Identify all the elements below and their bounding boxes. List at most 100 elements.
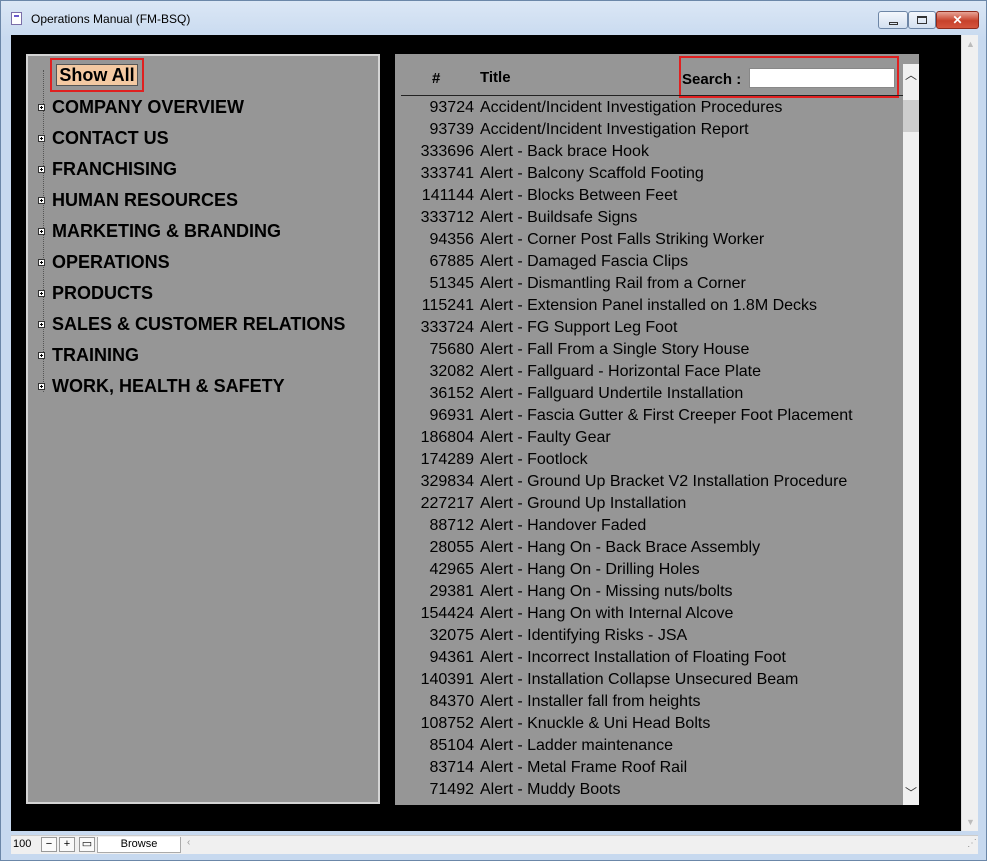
category-item[interactable]: CONTACT US	[38, 126, 169, 150]
document-row[interactable]: 96931 Alert - Fascia Gutter & First Creep…	[395, 405, 903, 427]
document-row[interactable]: 83714 Alert - Metal Frame Roof Rail	[395, 757, 903, 779]
category-item[interactable]: WORK, HEALTH & SAFETY	[38, 374, 285, 398]
document-row[interactable]: 75680 Alert - Fall From a Single Story Ho…	[395, 339, 903, 361]
minimize-icon	[888, 21, 898, 25]
document-row[interactable]: 93739 Accident/Incident Investigation Rep…	[395, 119, 903, 141]
document-number: 36152	[429, 385, 475, 402]
expand-icon[interactable]	[38, 103, 45, 111]
document-row[interactable]: 140391 Alert - Installation Collapse Unse…	[395, 669, 903, 691]
document-row[interactable]: 36152 Alert - Fallguard Undertile Install…	[395, 383, 903, 405]
browse-mode-tab[interactable]: Browse	[97, 837, 181, 853]
document-number: 42965	[429, 561, 475, 578]
resize-grip-icon[interactable]: ⋰	[967, 838, 977, 849]
expand-icon[interactable]	[38, 382, 45, 390]
document-row[interactable]: 94361 Alert - Incorrect Installation of F…	[395, 647, 903, 669]
document-row[interactable]: 28055 Alert - Hang On - Back Brace Assemb…	[395, 537, 903, 559]
category-label: TRAINING	[52, 344, 139, 365]
document-number: 108752	[420, 715, 474, 732]
expand-icon[interactable]	[38, 351, 45, 359]
document-number: 83714	[429, 759, 475, 776]
category-item[interactable]: PRODUCTS	[38, 281, 153, 305]
document-title: Alert - FG Support Leg Foot	[480, 319, 678, 336]
document-row[interactable]: 94356 Alert - Corner Post Falls Striking …	[395, 229, 903, 251]
document-title: Alert - Dismantling Rail from a Corner	[480, 275, 746, 292]
minimize-button[interactable]	[878, 11, 908, 29]
scroll-left-icon[interactable]: ‹	[187, 837, 190, 848]
document-row[interactable]: 108752 Alert - Knuckle & Uni Head Bolts	[395, 713, 903, 735]
category-item[interactable]: COMPANY OVERVIEW	[38, 95, 244, 119]
document-row[interactable]: 333724 Alert - FG Support Leg Foot	[395, 317, 903, 339]
document-title: Alert - Installer fall from heights	[480, 693, 701, 710]
document-row[interactable]: 186804 Alert - Faulty Gear	[395, 427, 903, 449]
expand-icon[interactable]	[38, 289, 45, 297]
document-row[interactable]: 93724 Accident/Incident Investigation Pro…	[395, 97, 903, 119]
expand-icon[interactable]	[38, 134, 45, 142]
column-header-number[interactable]: #	[432, 70, 440, 87]
expand-icon[interactable]	[38, 320, 45, 328]
category-item[interactable]: FRANCHISING	[38, 157, 177, 181]
category-label: MARKETING & BRANDING	[52, 220, 281, 241]
window-scroll-up-icon[interactable]: ▲	[966, 39, 975, 49]
document-row[interactable]: 32075 Alert - Identifying Risks - JSA	[395, 625, 903, 647]
expand-icon[interactable]	[38, 258, 45, 266]
document-row[interactable]: 32082 Alert - Fallguard - Horizontal Face…	[395, 361, 903, 383]
document-row[interactable]: 333712 Alert - Buildsafe Signs	[395, 207, 903, 229]
app-window: Operations Manual (FM-BSQ) ✕ Show All CO…	[0, 0, 987, 861]
close-button[interactable]: ✕	[936, 11, 979, 29]
category-item[interactable]: SALES & CUSTOMER RELATIONS	[38, 312, 345, 336]
document-number: 93739	[429, 121, 475, 138]
document-row[interactable]: 51345 Alert - Dismantling Rail from a Cor…	[395, 273, 903, 295]
list-scrollbar[interactable]: ︿ ﹀	[903, 64, 919, 805]
document-title: Alert - Hang On with Internal Alcove	[480, 605, 734, 622]
document-row[interactable]: 29381 Alert - Hang On - Missing nuts/bolt…	[395, 581, 903, 603]
document-number: 174289	[420, 451, 474, 468]
document-number: 333741	[420, 165, 474, 182]
scroll-up-icon[interactable]: ︿	[905, 66, 917, 83]
document-number: 32082	[429, 363, 475, 380]
document-row[interactable]: 333741 Alert - Balcony Scaffold Footing	[395, 163, 903, 185]
document-row[interactable]: 42965 Alert - Hang On - Drilling Holes	[395, 559, 903, 581]
zoom-out-button[interactable]: −	[41, 837, 57, 852]
document-number: 96931	[429, 407, 475, 424]
category-item[interactable]: MARKETING & BRANDING	[38, 219, 281, 243]
document-number: 88712	[429, 517, 475, 534]
document-row[interactable]: 85104 Alert - Ladder maintenance	[395, 735, 903, 757]
window-scrollbar[interactable]: ▲ ▼	[961, 35, 978, 831]
document-number: 94356	[429, 231, 475, 248]
category-label: FRANCHISING	[52, 158, 177, 179]
document-row[interactable]: 115241 Alert - Extension Panel installed …	[395, 295, 903, 317]
document-row[interactable]: 141144 Alert - Blocks Between Feet	[395, 185, 903, 207]
document-row[interactable]: 88712 Alert - Handover Faded	[395, 515, 903, 537]
zoom-in-button[interactable]: +	[59, 837, 75, 852]
category-item[interactable]: HUMAN RESOURCES	[38, 188, 238, 212]
toggle-layout-icon[interactable]: ▭	[79, 837, 95, 852]
show-all-button[interactable]: Show All	[56, 64, 138, 86]
document-number: 333724	[420, 319, 474, 336]
document-number: 85104	[429, 737, 475, 754]
document-number: 115241	[421, 297, 474, 314]
title-bar[interactable]: Operations Manual (FM-BSQ) ✕	[1, 1, 986, 35]
expand-icon[interactable]	[38, 165, 45, 173]
category-item[interactable]: OPERATIONS	[38, 250, 170, 274]
header-divider	[401, 95, 903, 96]
document-row[interactable]: 329834 Alert - Ground Up Bracket V2 Insta…	[395, 471, 903, 493]
window-scroll-down-icon[interactable]: ▼	[966, 817, 975, 827]
document-row[interactable]: 174289 Alert - Footlock	[395, 449, 903, 471]
document-number: 51345	[429, 275, 475, 292]
content-area: Show All COMPANY OVERVIEW CONTACT US FRANC…	[11, 35, 961, 831]
document-title: Alert - Hang On - Back Brace Assembly	[480, 539, 761, 556]
document-row[interactable]: 84370 Alert - Installer fall from heights	[395, 691, 903, 713]
column-header-title[interactable]: Title	[480, 69, 511, 86]
document-row[interactable]: 67885 Alert - Damaged Fascia Clips	[395, 251, 903, 273]
maximize-button[interactable]	[908, 11, 936, 29]
search-input[interactable]	[749, 68, 895, 88]
category-item[interactable]: TRAINING	[38, 343, 139, 367]
expand-icon[interactable]	[38, 227, 45, 235]
expand-icon[interactable]	[38, 196, 45, 204]
document-row[interactable]: 227217 Alert - Ground Up Installation	[395, 493, 903, 515]
scroll-thumb[interactable]	[903, 100, 919, 132]
document-row[interactable]: 154424 Alert - Hang On with Internal Alco…	[395, 603, 903, 625]
scroll-down-icon[interactable]: ﹀	[905, 784, 917, 801]
document-row[interactable]: 333696 Alert - Back brace Hook	[395, 141, 903, 163]
document-row[interactable]: 71492 Alert - Muddy Boots	[395, 779, 903, 801]
